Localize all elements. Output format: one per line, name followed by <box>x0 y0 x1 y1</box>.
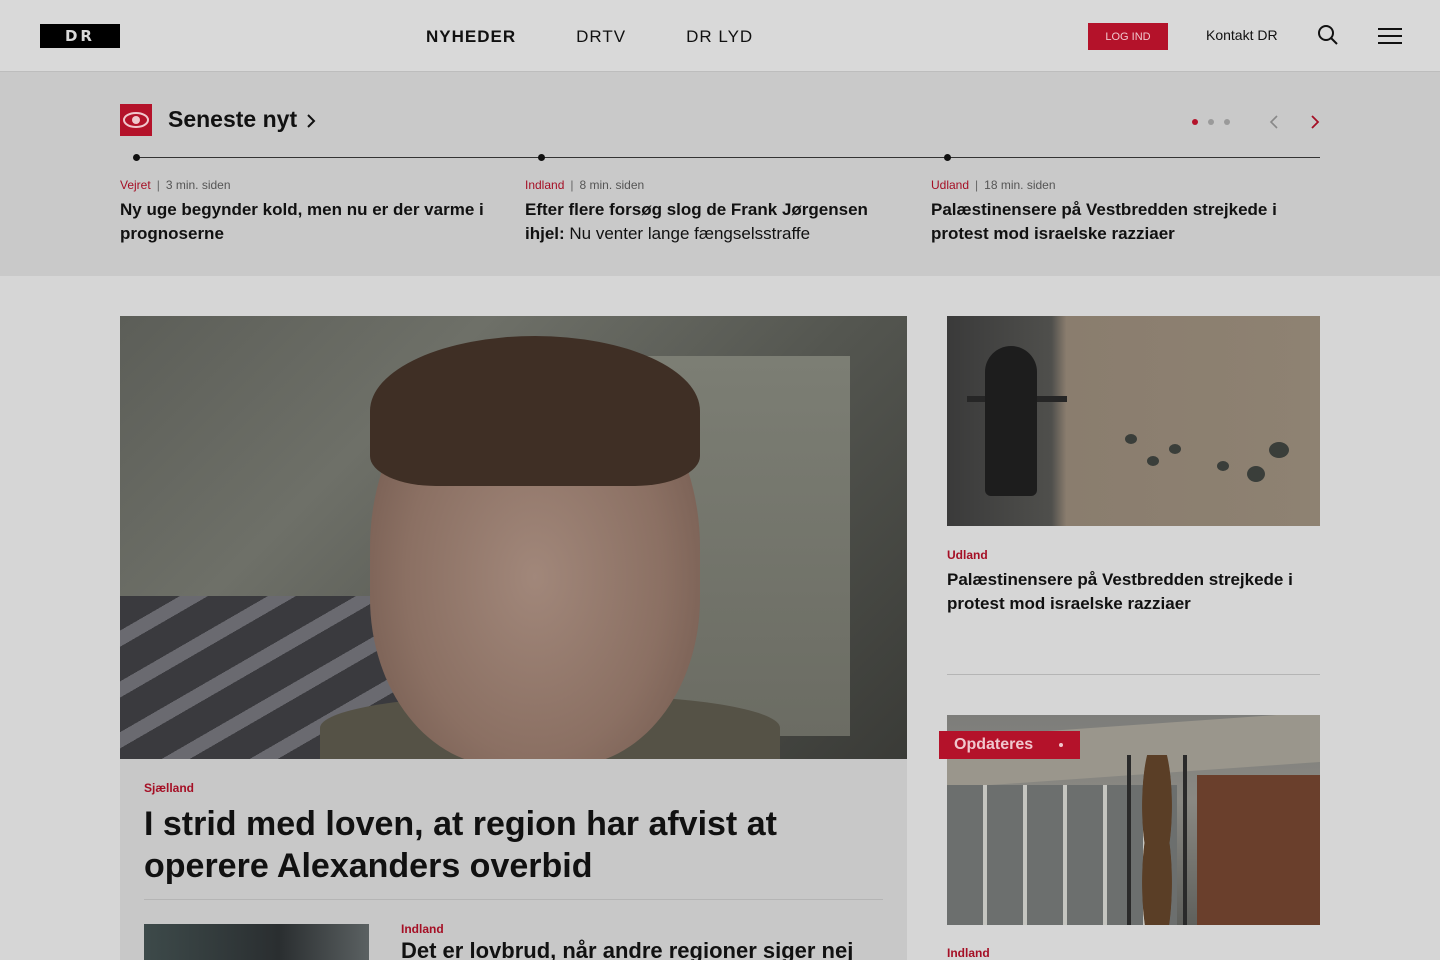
site-header: DR NYHEDER DRTV DR LYD LOG IND Kontakt D… <box>0 0 1440 72</box>
hamburger-menu-icon[interactable] <box>1378 26 1402 46</box>
chevron-right-icon[interactable] <box>305 112 317 130</box>
hero-category: Sjælland <box>144 781 195 795</box>
timeline-dot <box>133 154 140 161</box>
hero-headline[interactable]: I strid med loven, at region har afvist … <box>144 803 844 887</box>
nav-drtv[interactable]: DRTV <box>576 27 626 47</box>
pager-dot-1[interactable] <box>1192 119 1198 125</box>
side-article[interactable]: Udland Palæstinensere på Vestbredden str… <box>947 316 1320 616</box>
nav-nyheder[interactable]: NYHEDER <box>426 27 516 47</box>
news-time: 18 min. siden <box>984 178 1056 192</box>
divider <box>144 899 883 900</box>
latest-news-section: Seneste nyt Vejret | 3 min. siden Ny uge b… <box>0 72 1440 276</box>
news-headline[interactable]: Ny uge begynder kold, men nu er der varm… <box>120 198 500 246</box>
latest-news-item[interactable]: Udland | 18 min. siden Palæstinensere på V… <box>931 178 1311 246</box>
hero-text: Sjælland I strid med loven, at region ha… <box>120 759 907 909</box>
sub-article-category: Indland <box>401 922 444 936</box>
news-meta: Indland | 8 min. siden <box>525 178 645 192</box>
search-icon[interactable] <box>1317 24 1339 46</box>
divider <box>947 674 1320 675</box>
nav-dr-lyd[interactable]: DR LYD <box>686 27 753 47</box>
main-nav: NYHEDER DRTV DR LYD <box>426 24 753 50</box>
sub-article-thumbnail[interactable] <box>144 924 369 960</box>
timeline-dot <box>944 154 951 161</box>
news-time: 8 min. siden <box>579 178 645 192</box>
latest-news-title[interactable]: Seneste nyt <box>168 106 297 133</box>
news-category: Indland <box>525 178 565 192</box>
live-updating-badge: Opdateres <box>939 731 1080 759</box>
dr-logo[interactable]: DR <box>40 24 120 48</box>
news-meta: Udland | 18 min. siden <box>931 178 1056 192</box>
login-button[interactable]: LOG IND <box>1088 23 1168 50</box>
timeline-line <box>134 157 1320 158</box>
live-dot-icon <box>1059 743 1063 747</box>
news-headline[interactable]: Efter flere forsøg slog de Frank Jørgens… <box>525 198 905 246</box>
side-article-headline[interactable]: Palæstinensere på Vestbredden strejkede … <box>947 568 1320 616</box>
news-category: Vejret <box>120 178 151 192</box>
contact-link[interactable]: Kontakt DR <box>1206 27 1278 43</box>
latest-news-item[interactable]: Vejret | 3 min. siden Ny uge begynder kold… <box>120 178 500 246</box>
timeline-dot <box>538 154 545 161</box>
hero-image[interactable] <box>120 316 907 759</box>
chevron-right-next-icon[interactable] <box>1309 114 1321 130</box>
carousel-pager <box>1192 119 1230 125</box>
sub-article-headline[interactable]: Det er lovbrud, når andre regioner siger… <box>401 938 853 960</box>
latest-news-item[interactable]: Indland | 8 min. siden Efter flere forsøg … <box>525 178 905 246</box>
pager-dot-3[interactable] <box>1224 119 1230 125</box>
pager-dot-2[interactable] <box>1208 119 1214 125</box>
chevron-left-icon[interactable] <box>1268 114 1280 130</box>
side-article-image[interactable] <box>947 316 1320 526</box>
side-article-category: Indland <box>947 946 990 960</box>
hero-article[interactable]: Sjælland I strid med loven, at region ha… <box>120 316 907 960</box>
news-meta: Vejret | 3 min. siden <box>120 178 231 192</box>
news-category: Udland <box>931 178 970 192</box>
side-article-category: Udland <box>947 548 988 562</box>
eye-logo-icon <box>120 104 152 136</box>
news-time: 3 min. siden <box>165 178 231 192</box>
news-headline[interactable]: Palæstinensere på Vestbredden strejkede … <box>931 198 1311 246</box>
